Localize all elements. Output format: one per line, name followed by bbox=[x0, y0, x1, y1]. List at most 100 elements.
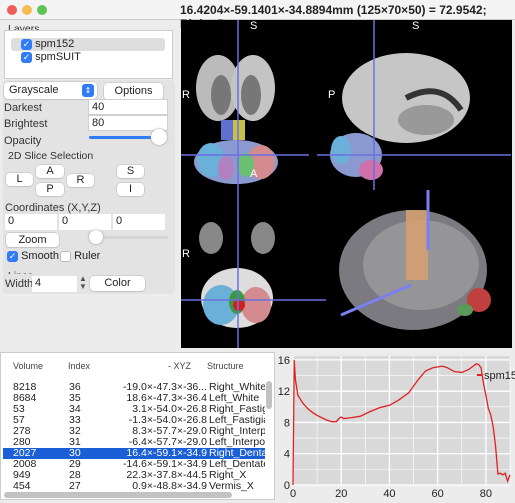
cell-index: 35 bbox=[69, 393, 81, 404]
z-coordinate-input[interactable]: 0 bbox=[113, 214, 165, 230]
axial-view[interactable] bbox=[199, 222, 275, 328]
x-tick-label: 80 bbox=[480, 488, 492, 500]
column-header-xyz[interactable]: - XYZ bbox=[168, 361, 191, 371]
options-button[interactable]: Options bbox=[104, 83, 163, 100]
cell-xyz: 18.6×-47.3×-36.4 bbox=[126, 393, 207, 404]
minimize-window-button[interactable] bbox=[22, 5, 32, 15]
y-tick-label: 12 bbox=[278, 386, 290, 398]
horizontal-scrollbar[interactable] bbox=[4, 492, 232, 498]
cell-index: 30 bbox=[69, 448, 81, 459]
posterior-view-button[interactable]: P bbox=[36, 183, 64, 196]
right-view-button[interactable]: R bbox=[67, 174, 94, 187]
layer-item[interactable]: ✓ spmSUIT bbox=[21, 51, 81, 64]
ruler-checkbox[interactable]: Ruler bbox=[60, 250, 100, 262]
layer-name: spmSUIT bbox=[35, 51, 81, 63]
cell-index: 33 bbox=[69, 415, 81, 426]
sagittal-view[interactable] bbox=[330, 53, 470, 180]
cell-structure: Left_Fastigial bbox=[209, 415, 265, 426]
inferior-view-button[interactable]: I bbox=[117, 183, 144, 196]
cell-volume: 8218 bbox=[13, 382, 37, 393]
width-label: Width bbox=[5, 278, 34, 290]
coronal-orientation-top: S bbox=[250, 20, 258, 32]
cell-xyz: 16.4×-59.1×-34.9 bbox=[126, 448, 207, 459]
cell-xyz: 0.9×-48.8×-34.9 bbox=[132, 481, 207, 492]
cell-structure: Left_Interposed bbox=[209, 437, 265, 448]
cell-xyz: -1.3×-54.0×-26.8 bbox=[128, 415, 207, 426]
table-row[interactable]: 2027 30 16.4×-59.1×-34.9Right_Dentate bbox=[3, 448, 265, 459]
sagittal-orientation-top: S bbox=[412, 20, 420, 32]
cell-xyz: -6.4×-57.7×-29.0 bbox=[128, 437, 207, 448]
cell-index: 32 bbox=[69, 426, 81, 437]
brain-views[interactable] bbox=[181, 20, 512, 348]
anterior-view-button[interactable]: A bbox=[36, 165, 64, 178]
cell-structure: Right_Fastigial bbox=[209, 404, 265, 415]
cell-structure: Right_Dentate bbox=[209, 448, 265, 459]
line-width-input[interactable]: 4 bbox=[32, 276, 77, 292]
x-tick-label: 0 bbox=[290, 488, 296, 500]
column-header-index[interactable]: Index bbox=[68, 361, 90, 371]
x-tick-label: 20 bbox=[335, 488, 347, 500]
cell-xyz: 8.3×-57.7×-29.0 bbox=[132, 426, 207, 437]
cell-xyz: 22.3×-37.8×-44.5 bbox=[126, 470, 207, 481]
y-coordinate-input[interactable]: 0 bbox=[59, 214, 111, 230]
layer-checkbox[interactable]: ✓ bbox=[21, 51, 32, 63]
coordinates-label: Coordinates (X,Y,Z) bbox=[5, 202, 101, 214]
maximize-window-button[interactable] bbox=[37, 5, 47, 15]
vertical-scrollbar[interactable] bbox=[266, 381, 272, 409]
stepper-icon[interactable]: ▲ ▼ bbox=[79, 275, 87, 291]
cell-volume: 454 bbox=[13, 481, 31, 492]
chart-svg: 0 20 40 60 80 0 4 8 12 16 spm152 bbox=[278, 355, 515, 500]
coronal-view[interactable] bbox=[194, 55, 278, 184]
layer-checkbox[interactable]: ✓ bbox=[21, 38, 32, 50]
column-header-volume[interactable]: Volume bbox=[13, 361, 43, 371]
superior-view-button[interactable]: S bbox=[117, 165, 144, 178]
control-panel: Layers ✓ spm152 ✓ spmSUIT Grayscale ⇕ Opt… bbox=[0, 20, 180, 350]
table-row[interactable]: 8684 35 18.6×-47.3×-36.4 Left_White bbox=[3, 393, 265, 404]
table-row[interactable]: 57 33 -1.3×-54.0×-26.8Left_Fastigial bbox=[3, 415, 265, 426]
x-tick-label: 60 bbox=[432, 488, 444, 500]
y-tick-label: 4 bbox=[284, 449, 290, 461]
cell-structure: Right_Interposed bbox=[209, 426, 265, 437]
column-header-structure[interactable]: Structure bbox=[207, 361, 244, 371]
y-tick-label: 0 bbox=[284, 480, 290, 492]
table-row[interactable]: 8218 36 -19.0×-47.3×-36... Right_White bbox=[3, 382, 265, 393]
table-row[interactable]: 949 28 22.3×-37.8×-44.5 Right_X bbox=[3, 470, 265, 481]
darkest-input[interactable]: 40 bbox=[88, 99, 168, 115]
table-row[interactable]: 53 34 3.1×-54.0×-26.8Right_Fastigial bbox=[3, 404, 265, 415]
layer-item[interactable]: ✓ spm152 bbox=[11, 38, 165, 51]
cell-xyz: 3.1×-54.0×-26.8 bbox=[132, 404, 207, 415]
colormap-select[interactable]: Grayscale ⇕ bbox=[4, 82, 97, 99]
left-view-button[interactable]: L bbox=[6, 173, 33, 186]
zoom-button[interactable]: Zoom bbox=[6, 233, 59, 247]
y-tick-label: 16 bbox=[278, 355, 290, 367]
zoom-slider-thumb[interactable] bbox=[89, 230, 103, 244]
table-row[interactable]: 280 31 -6.4×-57.7×-29.0Left_Interposed bbox=[3, 437, 265, 448]
select-arrows-icon: ⇕ bbox=[82, 84, 94, 97]
coronal-orientation-bottom: A bbox=[250, 168, 258, 180]
table-row[interactable]: 454 27 0.9×-48.8×-34.9 Vermis_X bbox=[3, 481, 265, 492]
cell-index: 29 bbox=[69, 459, 81, 470]
smooth-label: Smooth bbox=[21, 250, 59, 262]
opacity-slider-thumb[interactable] bbox=[151, 129, 167, 145]
cell-xyz: -14.6×-59.1×-34.9 bbox=[122, 459, 207, 470]
smooth-checkbox[interactable]: ✓ Smooth bbox=[7, 250, 59, 262]
layers-list: ✓ spm152 ✓ spmSUIT bbox=[4, 30, 173, 79]
cell-index: 31 bbox=[69, 437, 81, 448]
cell-index: 36 bbox=[69, 382, 81, 393]
coronal-orientation-left: R bbox=[182, 89, 190, 101]
x-coordinate-input[interactable]: 0 bbox=[5, 214, 57, 230]
structure-table: Volume Index - XYZ Structure 8218 36 -19.0… bbox=[0, 352, 275, 500]
cell-volume: 2008 bbox=[13, 459, 37, 470]
cell-index: 34 bbox=[69, 404, 81, 415]
colormap-value: Grayscale bbox=[9, 84, 59, 96]
cell-index: 27 bbox=[69, 481, 81, 492]
cell-structure: Left_Dentate bbox=[209, 459, 265, 470]
image-viewer[interactable]: S R A S P R bbox=[181, 20, 512, 348]
table-row[interactable]: 278 32 8.3×-57.7×-29.0Right_Interposed bbox=[3, 426, 265, 437]
table-row[interactable]: 2008 29 -14.6×-59.1×-34.9 Left_Dentate bbox=[3, 459, 265, 470]
close-window-button[interactable] bbox=[7, 5, 17, 15]
3d-render-view[interactable] bbox=[339, 190, 491, 330]
cell-volume: 280 bbox=[13, 437, 31, 448]
legend-label: spm152 bbox=[484, 370, 515, 382]
color-button[interactable]: Color bbox=[90, 276, 145, 291]
